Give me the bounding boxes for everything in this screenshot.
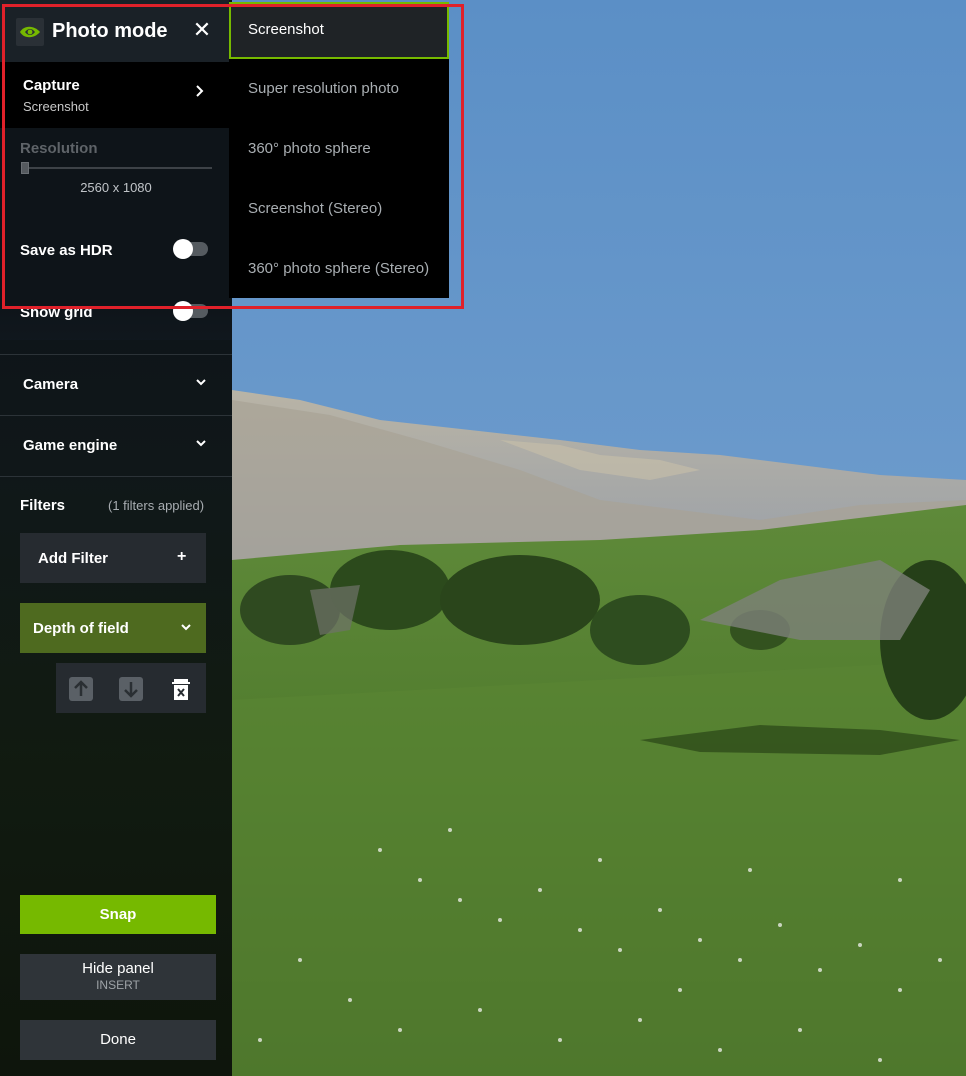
hide-panel-shortcut: INSERT [96,978,140,992]
game-engine-section[interactable]: Game engine [0,415,232,476]
add-filter-label: Add Filter [38,550,108,567]
capture-value: Screenshot [23,99,89,114]
hide-panel-label: Hide panel [82,960,154,977]
panel-title: Photo mode [52,20,168,42]
resolution-slider-handle[interactable] [21,162,29,174]
snap-button[interactable]: Snap [20,895,216,934]
chevron-down-icon [180,619,192,635]
toggle-knob [173,301,193,321]
game-engine-section-label: Game engine [23,437,118,454]
move-up-icon[interactable] [68,676,94,702]
capture-selector[interactable]: Capture Screenshot [0,62,229,128]
delete-icon[interactable] [168,676,194,702]
nvidia-logo-icon [16,18,44,46]
filters-count: (1 filters applied) [108,498,205,513]
capture-label: Capture [23,77,80,94]
show-grid-toggle[interactable] [173,301,208,321]
dropdown-option-label: Super resolution photo [248,80,399,97]
dropdown-option-screenshot[interactable]: Screenshot [229,2,449,59]
add-filter-button[interactable]: Add Filter + [20,533,206,583]
resolution-value: 2560 x 1080 [80,180,152,195]
dropdown-option-label: 360° photo sphere [248,140,371,157]
panel-header: Photo mode ✕ [0,0,229,62]
save-hdr-toggle[interactable] [173,239,208,259]
save-hdr-label: Save as HDR [20,242,113,259]
filter-tools [56,663,206,713]
hide-panel-button[interactable]: Hide panel INSERT [20,954,216,1000]
dropdown-option-label: Screenshot (Stereo) [248,200,383,217]
camera-section[interactable]: Camera [0,354,232,415]
move-down-icon[interactable] [118,676,144,702]
dropdown-option-label: Screenshot [248,21,324,38]
filter-item-label: Depth of field [33,620,129,637]
dropdown-option-screenshot-stereo[interactable]: Screenshot (Stereo) [229,180,449,240]
dropdown-option-photo-sphere-stereo[interactable]: 360° photo sphere (Stereo) [229,240,449,300]
filters-label: Filters [20,497,66,514]
dropdown-option-super-resolution[interactable]: Super resolution photo [229,60,449,120]
section-divider [0,476,232,477]
resolution-slider-track[interactable] [25,167,212,169]
photo-mode-panel: Photo mode ✕ Capture Screenshot Resoluti… [0,0,232,1076]
camera-section-label: Camera [23,376,79,393]
filter-item-depth-of-field[interactable]: Depth of field [20,603,206,653]
dropdown-option-label: 360° photo sphere (Stereo) [248,260,430,277]
plus-icon: + [177,548,187,565]
dropdown-option-photo-sphere[interactable]: 360° photo sphere [229,120,449,180]
show-grid-label: Show grid [20,304,93,321]
chevron-down-icon [195,374,207,390]
done-button[interactable]: Done [20,1020,216,1060]
close-icon[interactable]: ✕ [190,18,214,42]
resolution-label: Resolution [20,140,98,157]
capture-type-dropdown: Screenshot Super resolution photo 360° p… [229,2,449,298]
chevron-right-icon [195,84,205,103]
chevron-down-icon [195,435,207,451]
toggle-knob [173,239,193,259]
